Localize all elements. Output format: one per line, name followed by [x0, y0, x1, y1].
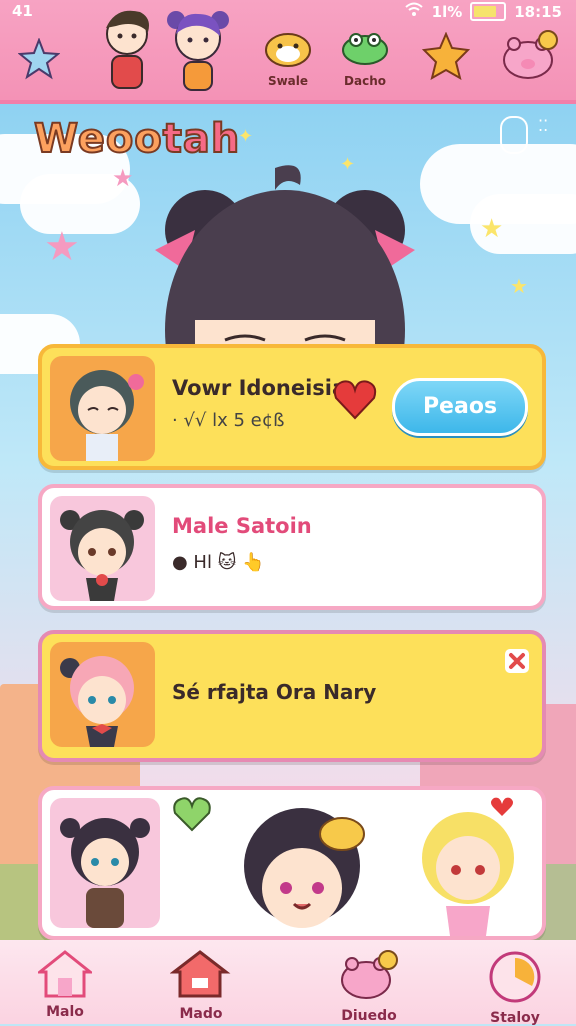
status-percent: 1l%	[431, 2, 463, 21]
chibi-girl-icon	[60, 510, 144, 601]
status-bar: 41 1l% 18:15	[0, 0, 576, 24]
heart-icon	[173, 797, 211, 832]
dacho-label: Dacho	[344, 74, 386, 88]
grid-icon[interactable]: ⁚⁚	[538, 118, 548, 134]
pig-icon	[503, 30, 558, 79]
nav-label: Mado	[179, 1006, 223, 1022]
nav-mado[interactable]: Mado	[156, 950, 246, 1022]
heart-icon[interactable]	[332, 378, 378, 422]
boy-avatar[interactable]	[96, 6, 158, 98]
card-avatar	[50, 642, 155, 747]
status-time: 18:15	[514, 2, 562, 21]
star-button[interactable]	[17, 37, 61, 84]
top-bar: 41 1l% 18:15 Swale Dacho	[0, 0, 576, 104]
logo-text-2: tah	[162, 115, 241, 163]
star-icon	[17, 37, 61, 80]
card-avatar	[50, 356, 155, 461]
app-logo: Weootah	[33, 115, 241, 163]
mouse-icon[interactable]	[500, 116, 528, 154]
card-avatar	[50, 798, 160, 928]
card-title: Vowr Idoneisia	[172, 376, 347, 400]
peaos-button[interactable]: Peaos	[392, 378, 528, 436]
blonde-character-icon	[422, 797, 514, 936]
featured-card[interactable]: Vowr Idoneisia · √√ lx 5 e¢ß Peaos	[38, 344, 546, 470]
close-icon[interactable]	[504, 648, 530, 674]
card-subtitle: ● Hl 🐱 👆	[172, 552, 265, 573]
chat-card-2[interactable]: Male Satoin ● Hl 🐱 👆	[38, 484, 546, 610]
dacho-button[interactable]: Dacho	[340, 26, 390, 88]
logo-text: Weoo	[33, 115, 163, 163]
pig-button[interactable]	[500, 30, 560, 86]
nav-staloy[interactable]: Staloy	[470, 950, 560, 1026]
chat-card-3[interactable]: Sé rfajta Ora Nary	[38, 630, 546, 762]
frog-icon	[342, 33, 388, 65]
card-title: Sé rfajta Ora Nary	[172, 680, 377, 704]
girl-avatar[interactable]	[162, 6, 234, 98]
battery-icon	[470, 2, 507, 21]
pig-icon	[341, 950, 398, 999]
girl-avatar-icon	[167, 11, 229, 91]
card-title: Male Satoin	[172, 514, 312, 538]
house-icon	[35, 950, 95, 998]
badge-button[interactable]	[421, 31, 471, 84]
hamster-icon	[265, 33, 311, 67]
boy-avatar-icon	[106, 10, 149, 89]
group-card[interactable]	[38, 786, 546, 940]
center-character-icon	[244, 808, 365, 928]
chat-house-icon	[169, 950, 231, 998]
swale-label: Swale	[267, 74, 309, 88]
chibi-girl-icon	[60, 818, 150, 928]
wifi-icon	[404, 2, 424, 21]
clock-icon	[489, 951, 541, 1003]
nav-label: Diuedo	[341, 1008, 397, 1024]
nav-malo[interactable]: Malo	[20, 950, 110, 1020]
nav-diuedo[interactable]: Diuedo	[324, 950, 414, 1024]
chibi-girl-icon	[70, 370, 144, 461]
card-subtitle: · √√ lx 5 e¢ß	[172, 410, 285, 431]
card-avatar	[50, 496, 155, 601]
swale-button[interactable]: Swale	[262, 26, 314, 88]
status-left: 41	[12, 2, 33, 20]
chibi-girl-icon	[60, 656, 134, 747]
badge-icon	[421, 31, 471, 81]
nav-label: Malo	[46, 1004, 84, 1020]
